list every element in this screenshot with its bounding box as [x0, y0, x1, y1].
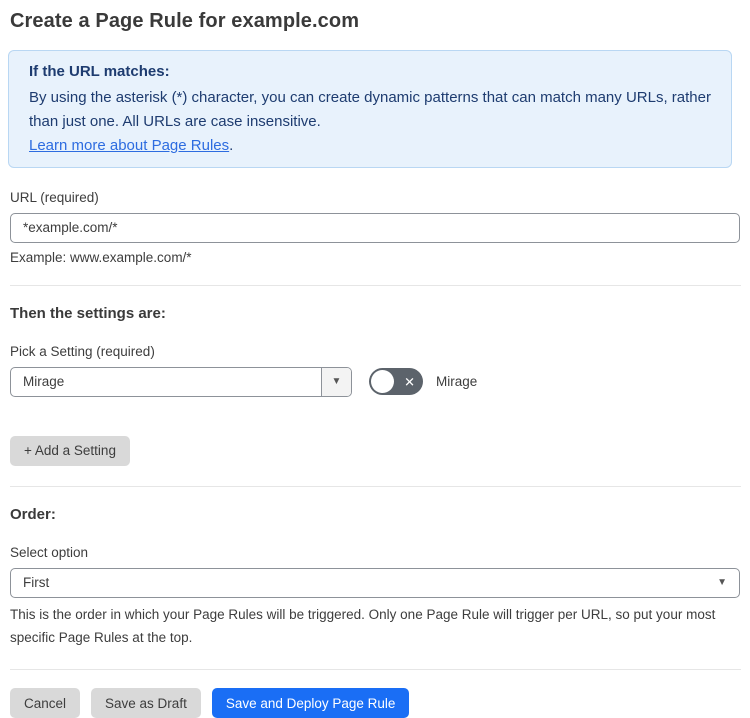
- order-select-label: Select option: [10, 544, 89, 560]
- chevron-down-icon: ▼: [331, 375, 342, 387]
- add-setting-button[interactable]: + Add a Setting: [10, 435, 130, 466]
- toggle-knob: [371, 370, 394, 394]
- url-match-info-box: If the URL matches: By using the asteris…: [8, 50, 732, 168]
- setting-dropdown[interactable]: Mirage ▼: [10, 366, 352, 397]
- x-icon: ✕: [404, 374, 415, 390]
- chevron-down-icon: ▼: [717, 576, 727, 588]
- footer-actions: Cancel Save as Draft Save and Deploy Pag…: [10, 688, 732, 718]
- order-select-value: First: [23, 575, 50, 591]
- order-select[interactable]: First ▼: [10, 567, 740, 598]
- cancel-button[interactable]: Cancel: [10, 688, 81, 718]
- mirage-toggle-label: Mirage: [436, 374, 478, 390]
- divider: [10, 284, 741, 286]
- url-input[interactable]: [10, 212, 740, 243]
- save-draft-button[interactable]: Save as Draft: [91, 688, 201, 718]
- order-section-heading: Order:: [10, 505, 56, 523]
- mirage-toggle[interactable]: ✕: [369, 368, 423, 396]
- info-box-body: By using the asterisk (*) character, you…: [29, 89, 711, 131]
- setting-dropdown-arrow-button[interactable]: ▼: [321, 367, 351, 396]
- learn-more-link[interactable]: Learn more about Page Rules: [29, 137, 229, 154]
- page-container: Create a Page Rule for example.com If th…: [0, 0, 741, 718]
- order-helper-text: This is the order in which your Page Rul…: [10, 606, 716, 645]
- page-title: Create a Page Rule for example.com: [10, 10, 360, 32]
- url-field-helper: Example: www.example.com/*: [10, 249, 192, 265]
- info-link-line: Learn more about Page Rules.: [29, 137, 711, 154]
- divider: [10, 485, 741, 487]
- link-suffix: .: [229, 136, 234, 154]
- setting-picker-label: Pick a Setting (required): [10, 343, 155, 359]
- divider: [10, 669, 741, 671]
- save-deploy-button[interactable]: Save and Deploy Page Rule: [211, 688, 410, 718]
- setting-row: Mirage ▼ ✕ Mirage: [10, 366, 732, 397]
- setting-dropdown-value: Mirage: [23, 374, 65, 390]
- settings-section-heading: Then the settings are:: [10, 304, 166, 322]
- info-box-heading: If the URL matches:: [29, 63, 170, 80]
- url-field-label: URL (required): [10, 189, 99, 205]
